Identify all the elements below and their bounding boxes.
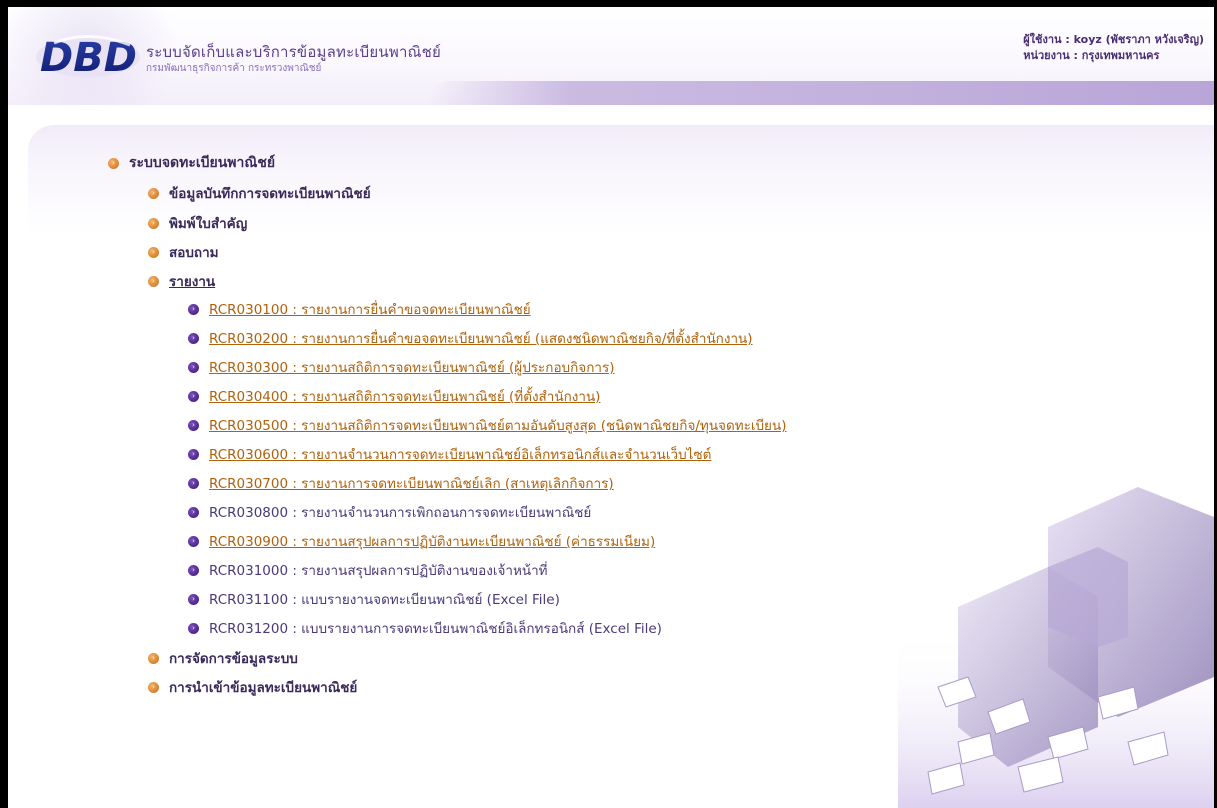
report-link-rcr030700[interactable]: › RCR030700 : รายงานการจดทะเบียนพาณิชย์เ…: [188, 472, 614, 494]
report-link-label: RCR030800 : รายงานจำนวนการเพิกถอนการจดทะ…: [209, 505, 592, 521]
circle-chevron-right-icon: ›: [188, 419, 199, 431]
report-link-rcr030300[interactable]: › RCR030300 : รายงานสถิติการจดทะเบียนพาณ…: [188, 356, 614, 378]
circle-chevron-right-icon: ›: [108, 157, 119, 169]
circle-chevron-right-icon: ›: [188, 564, 199, 576]
menu-item-system-data[interactable]: › การจัดการข้อมูลระบบ: [148, 647, 298, 669]
circle-chevron-right-icon: ›: [148, 652, 159, 664]
report-link-label: RCR030700 : รายงานการจดทะเบียนพาณิชย์เลิ…: [209, 476, 614, 492]
report-link-rcr030500[interactable]: › RCR030500 : รายงานสถิติการจดทะเบียนพาณ…: [188, 414, 786, 436]
report-link-label: RCR031000 : รายงานสรุปผลการปฏิบัติงานของ…: [209, 563, 548, 579]
menu-item-inquiry[interactable]: › สอบถาม: [148, 241, 219, 263]
circle-chevron-right-icon: ›: [188, 535, 199, 547]
circle-chevron-right-icon: ›: [188, 506, 199, 518]
report-link-rcr030600[interactable]: › RCR030600 : รายงานจำนวนการจดทะเบียนพาณ…: [188, 443, 711, 465]
report-link-label: RCR030900 : รายงานสรุปผลการปฏิบัติงานทะเ…: [209, 534, 656, 550]
circle-chevron-right-icon: ›: [148, 275, 159, 287]
menu-item-import[interactable]: › การนำเข้าข้อมูลทะเบียนพาณิชย์: [148, 676, 357, 698]
circle-chevron-right-icon: ›: [148, 246, 159, 258]
report-link-label: RCR031200 : แบบรายงานการจดทะเบียนพาณิชย์…: [209, 621, 662, 637]
header-band: [428, 81, 1214, 105]
report-link-rcr030400[interactable]: › RCR030400 : รายงานสถิติการจดทะเบียนพาณ…: [188, 385, 600, 407]
circle-chevron-right-icon: ›: [148, 681, 159, 693]
menu-item-label: ข้อมูลบันทึกการจดทะเบียนพาณิชย์: [169, 186, 371, 202]
report-link-label: RCR030500 : รายงานสถิติการจดทะเบียนพาณิช…: [209, 418, 787, 434]
report-link-label: RCR031100 : แบบรายงานจดทะเบียนพาณิชย์ (E…: [209, 592, 560, 608]
circle-chevron-right-icon: ›: [188, 622, 199, 634]
user-name: ผู้ใช้งาน : koyz (พัชราภา หวังเจริญ): [1023, 33, 1204, 46]
circle-chevron-right-icon: ›: [188, 448, 199, 460]
menu-item-record[interactable]: › ข้อมูลบันทึกการจดทะเบียนพาณิชย์: [148, 182, 371, 204]
menu-root-label: ระบบจดทะเบียนพาณิชย์: [129, 155, 276, 171]
report-link-label: RCR030200 : รายงานการยื่นคำขอจดทะเบียนพา…: [209, 331, 753, 347]
circle-chevron-right-icon: ›: [188, 332, 199, 344]
menu-root[interactable]: › ระบบจดทะเบียนพาณิชย์: [108, 152, 275, 174]
report-link-rcr031200[interactable]: › RCR031200 : แบบรายงานการจดทะเบียนพาณิช…: [188, 617, 662, 639]
circle-chevron-right-icon: ›: [188, 477, 199, 489]
report-link-rcr031100[interactable]: › RCR031100 : แบบรายงานจดทะเบียนพาณิชย์ …: [188, 588, 560, 610]
report-link-label: RCR030300 : รายงานสถิติการจดทะเบียนพาณิช…: [209, 360, 615, 376]
menu-item-print[interactable]: › พิมพ์ใบสำคัญ: [148, 212, 247, 234]
menu-item-label: การจัดการข้อมูลระบบ: [169, 651, 298, 667]
dbd-logo: DBD: [36, 34, 140, 79]
user-unit: หน่วยงาน : กรุงเทพมหานคร: [1023, 49, 1160, 62]
app-window: DBD ระบบจัดเก็บและบริการข้อมูลทะเบียนพาณ…: [0, 0, 1217, 808]
menu-item-label: สอบถาม: [169, 245, 219, 261]
menu-item-reports[interactable]: › รายงาน: [148, 270, 215, 292]
report-link-rcr030800[interactable]: › RCR030800 : รายงานจำนวนการเพิกถอนการจด…: [188, 501, 591, 523]
circle-chevron-right-icon: ›: [148, 217, 159, 229]
report-link-label: RCR030100 : รายงานการยื่นคำขอจดทะเบียนพา…: [209, 302, 531, 318]
circle-chevron-right-icon: ›: [148, 187, 159, 199]
circle-chevron-right-icon: ›: [188, 390, 199, 402]
user-info: ผู้ใช้งาน : koyz (พัชราภา หวังเจริญ) หน่…: [1023, 32, 1204, 64]
report-link-rcr030900[interactable]: › RCR030900 : รายงานสรุปผลการปฏิบัติงานท…: [188, 530, 655, 552]
documents-illustration: [898, 487, 1214, 808]
header: DBD ระบบจัดเก็บและบริการข้อมูลทะเบียนพาณ…: [8, 7, 1214, 105]
report-link-rcr031000[interactable]: › RCR031000 : รายงานสรุปผลการปฏิบัติงานข…: [188, 559, 548, 581]
circle-chevron-right-icon: ›: [188, 593, 199, 605]
report-link-rcr030200[interactable]: › RCR030200 : รายงานการยื่นคำขอจดทะเบียน…: [188, 327, 753, 349]
report-link-label: RCR030600 : รายงานจำนวนการจดทะเบียนพาณิช…: [209, 447, 712, 463]
circle-chevron-right-icon: ›: [188, 361, 199, 373]
report-link-label: RCR030400 : รายงานสถิติการจดทะเบียนพาณิช…: [209, 389, 601, 405]
menu-item-label: พิมพ์ใบสำคัญ: [169, 216, 248, 232]
department-name: กรมพัฒนาธุรกิจการค้า กระทรวงพาณิชย์: [146, 63, 322, 74]
menu-item-label: การนำเข้าข้อมูลทะเบียนพาณิชย์: [169, 680, 358, 696]
circle-chevron-right-icon: ›: [188, 303, 199, 315]
menu-item-label: รายงาน: [169, 274, 216, 290]
report-link-rcr030100[interactable]: › RCR030100 : รายงานการยื่นคำขอจดทะเบียน…: [188, 298, 531, 320]
